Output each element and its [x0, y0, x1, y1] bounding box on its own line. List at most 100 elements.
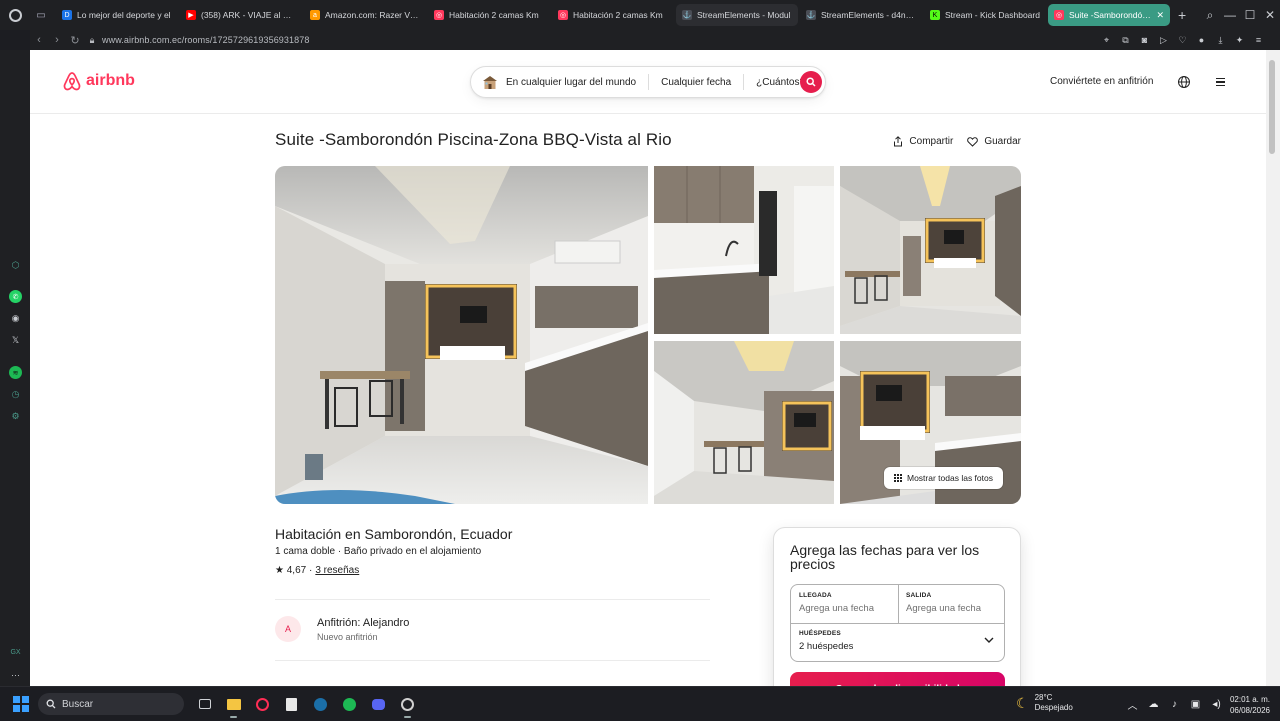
snapshot-icon[interactable]: ⧉ [1116, 35, 1135, 46]
browser-tab[interactable]: D Lo mejor del deporte y el [56, 4, 178, 26]
chevron-up-icon[interactable]: ︿ [1122, 697, 1143, 712]
guests-field[interactable]: HUÉSPEDES 2 huéspedes [791, 623, 1004, 661]
new-tab-icon[interactable]: + [1178, 7, 1186, 23]
microphone-icon[interactable]: ♪ [1164, 699, 1185, 710]
guests-label: HUÉSPEDES [799, 630, 841, 637]
room-type-heading: Habitación en Samborondón, Ecuador [275, 526, 513, 542]
listing-photo-main[interactable] [275, 166, 648, 504]
history-icon[interactable]: ◷ [9, 388, 22, 401]
search-button[interactable] [800, 71, 822, 93]
search-bar[interactable]: En cualquier lugar del mundo Cualquier f… [470, 66, 826, 98]
chevron-down-icon[interactable] [984, 637, 994, 643]
browser-tab[interactable]: ◎ Habitación 2 camas Km [428, 4, 550, 26]
browser-tab[interactable]: K Stream - Kick Dashboard [924, 4, 1046, 26]
maximize-icon[interactable]: ☐ [1240, 8, 1260, 22]
weather-widget[interactable]: ☾ 28°C Despejado [1016, 693, 1073, 713]
listing-photo[interactable] [654, 341, 834, 504]
taskbar-search[interactable]: Buscar [38, 693, 184, 715]
gx-icon[interactable]: GX [9, 646, 22, 659]
ai-icon[interactable]: ✦ [1230, 35, 1249, 46]
tab-title: Stream - Kick Dashboard [945, 10, 1040, 20]
window-controls: ⌕ — ☐ ✕ [1200, 0, 1280, 30]
show-all-photos-button[interactable]: Mostrar todas las fotos [884, 467, 1003, 489]
share-label: Compartir [909, 136, 954, 147]
browser-tab[interactable]: a Amazon.com: Razer Vipe [304, 4, 426, 26]
task-view-icon[interactable] [190, 687, 219, 721]
reload-icon[interactable]: ↻ [66, 34, 84, 47]
browser-tab-active[interactable]: ◎ Suite -Samborondón Pisci ✕ [1048, 4, 1170, 26]
settings-icon[interactable]: ⚙ [9, 410, 22, 423]
file-explorer-icon[interactable] [219, 687, 248, 721]
discord-icon[interactable] [364, 687, 393, 721]
lock-icon[interactable]: 🔒︎ [84, 35, 100, 46]
close-tab-icon[interactable]: ✕ [1152, 10, 1164, 21]
play-icon[interactable]: ▷ [1154, 35, 1173, 46]
scrollbar-thumb[interactable] [1269, 60, 1275, 154]
x-icon[interactable]: 𝕏 [9, 334, 22, 347]
guests-value: 2 huéspedes [799, 641, 854, 652]
network-icon[interactable]: ▣ [1185, 699, 1206, 710]
taskbar-search-label: Buscar [62, 698, 94, 710]
back-icon[interactable]: ‹ [30, 34, 48, 46]
spotify-icon[interactable]: ≋ [9, 366, 22, 379]
airbnb-page: airbnb En cualquier lugar del mundo Cual… [30, 50, 1266, 686]
profile-icon[interactable]: ● [1192, 35, 1211, 45]
tab-switcher-icon[interactable]: ▭ [30, 0, 52, 30]
spotify-icon[interactable] [335, 687, 364, 721]
url-field[interactable]: www.airbnb.com.ec/rooms/1725729619356931… [102, 35, 309, 45]
share-button[interactable]: Compartir [893, 136, 953, 147]
page-scrollbar[interactable] [1266, 50, 1280, 686]
checkin-label: LLEGADA [799, 592, 832, 599]
more-icon[interactable]: ··· [9, 668, 22, 681]
checkout-label: SALIDA [906, 592, 932, 599]
listing-photo[interactable] [840, 166, 1021, 334]
host-avatar[interactable]: A [275, 616, 301, 642]
airbnb-logo[interactable]: airbnb [62, 70, 135, 92]
browser-tab[interactable]: ◎ Habitación 2 camas Km [552, 4, 674, 26]
house-icon [483, 76, 497, 89]
chatgpt-icon[interactable]: ⬡ [9, 259, 22, 272]
save-label: Guardar [984, 136, 1021, 147]
whatsapp-icon[interactable]: ✆ [9, 290, 22, 303]
forward-icon[interactable]: › [48, 34, 66, 46]
browser-tab[interactable]: ▶ (358) ARK - VIAJE al ESP [180, 4, 302, 26]
browser-tab[interactable]: ⚓ StreamElements - Modul [676, 4, 798, 26]
cloud-icon[interactable]: ☁ [1143, 699, 1164, 710]
checkout-field[interactable]: SALIDA Agrega una fecha [898, 585, 1005, 623]
weather-desc: Despejado [1034, 703, 1073, 712]
become-host-link[interactable]: Conviértete en anfitrión [1050, 76, 1153, 87]
tab-title: Habitación 2 camas Km [449, 10, 539, 20]
user-menu-button[interactable] [1212, 74, 1228, 90]
minimize-icon[interactable]: — [1220, 8, 1240, 22]
epic-games-icon[interactable] [277, 687, 306, 721]
check-availability-button[interactable]: Comprobar disponibilidad [790, 672, 1005, 686]
download-icon[interactable]: ⤓ [1211, 35, 1230, 46]
taskbar-apps [190, 687, 422, 721]
listing-photo[interactable] [654, 166, 834, 334]
search-where[interactable]: En cualquier lugar del mundo [471, 67, 648, 97]
save-button[interactable]: Guardar [967, 136, 1021, 147]
site-header: airbnb En cualquier lugar del mundo Cual… [30, 50, 1266, 114]
checkin-field[interactable]: LLEGADA Agrega una fecha [791, 585, 898, 623]
obs-icon[interactable] [393, 687, 422, 721]
globe-icon[interactable] [1177, 75, 1191, 89]
close-window-icon[interactable]: ✕ [1260, 8, 1280, 22]
opera-gx-icon[interactable] [248, 687, 277, 721]
grid-icon [894, 474, 902, 482]
reviews-link[interactable]: 3 reseñas [315, 565, 359, 576]
tab-favicon-icon: ▶ [186, 10, 196, 20]
pin-icon[interactable]: ⌖ [1097, 35, 1116, 46]
browser-tab[interactable]: ⚓ StreamElements - d4n1el [800, 4, 922, 26]
search-tabs-icon[interactable]: ⌕ [1200, 8, 1220, 23]
section-divider [275, 599, 710, 600]
shield-icon[interactable]: ◙ [1135, 35, 1154, 45]
search-when[interactable]: Cualquier fecha [649, 77, 743, 88]
booking-title: Agrega las fechas para ver los precios [790, 542, 980, 572]
windows-start-icon[interactable] [13, 696, 29, 712]
steam-icon[interactable] [306, 687, 335, 721]
heart-icon[interactable]: ♡ [1173, 35, 1192, 46]
discord-icon[interactable]: ◉ [9, 312, 22, 325]
taskbar-clock[interactable]: 02:01 a. m. 06/08/2026 [1218, 694, 1270, 716]
opera-menu-icon[interactable] [0, 0, 30, 30]
menu-dots-icon[interactable]: ≡ [1249, 35, 1268, 45]
